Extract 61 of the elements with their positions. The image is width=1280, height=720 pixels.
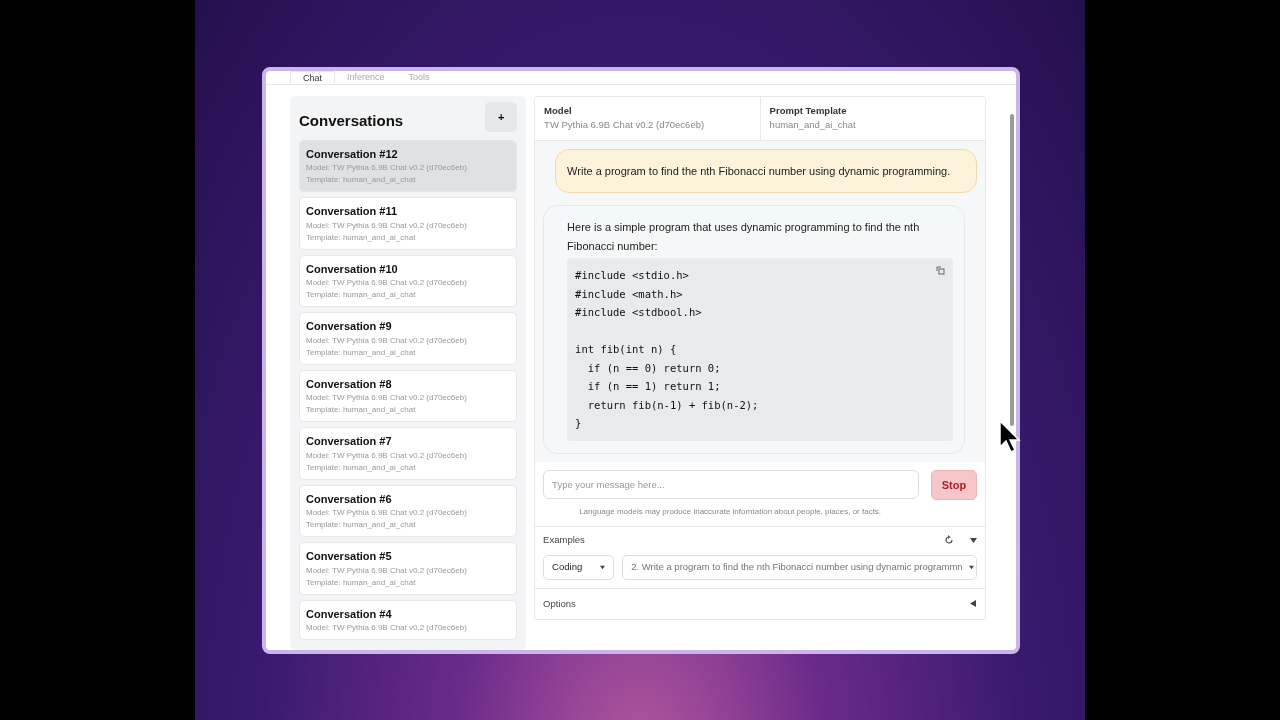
conversation-title: Conversation #9 xyxy=(306,319,393,334)
template-text: Template: human_and_ai_chat xyxy=(306,576,417,589)
category-dropdown[interactable]: Coding xyxy=(543,555,615,580)
refresh-icon[interactable] xyxy=(944,535,955,546)
copy-icon[interactable] xyxy=(936,266,946,275)
add-button[interactable]: + xyxy=(485,102,518,133)
conversation-item[interactable]: Conversation #7 Model: TW Pythia 6.9B Chat v0.2 (d70ec6eb) Template: human_and_ai_chat xyxy=(299,427,518,480)
conversation-item[interactable]: Conversation #8 Model: TW Pythia 6.9B Chat v0.2 (d70ec6eb) Template: human_and_ai_chat xyxy=(299,369,518,422)
message-input[interactable]: Type your message here... xyxy=(543,470,919,500)
response-text: Here is a simple program that uses dynamic programming to find the nth Fibonacci number: xyxy=(567,220,921,254)
conversation-title: Conversation #7 xyxy=(306,434,393,449)
model-text: Model: TW Pythia 6.9B Chat v0.2 (d70ec6eb) xyxy=(306,219,468,232)
template-text: Template: human_and_ai_chat xyxy=(306,519,417,531)
conversation-title: Conversation #6 xyxy=(306,491,393,507)
conversation-title: Conversation #12 xyxy=(306,146,399,162)
conversation-item[interactable]: Conversation #6 Model: TW Pythia 6.9B Chat v0.2 (d70ec6eb) Template: human_and_ai_chat xyxy=(299,484,518,537)
conversation-item[interactable]: Conversation #9 Model: TW Pythia 6.9B Chat v0.2 (d70ec6eb) Template: human_and_ai_chat xyxy=(299,312,518,365)
conversation-item[interactable]: Conversation #5 Model: TW Pythia 6.9B Chat v0.2 (d70ec6eb) Template: human_and_ai_chat xyxy=(299,542,518,595)
section-label: Options xyxy=(543,596,576,611)
field-value: human_and_ai_chat xyxy=(769,118,857,133)
panel-title: Conversations xyxy=(299,111,404,131)
model-text: Model: TW Pythia 6.9B Chat v0.2 (d70ec6eb) xyxy=(306,392,468,404)
stop-button[interactable]: Stop xyxy=(930,469,978,500)
model-text: Model: TW Pythia 6.9B Chat v0.2 (d70ec6eb) xyxy=(306,334,468,347)
model-text: Model: TW Pythia 6.9B Chat v0.2 (d70ec6eb) xyxy=(306,162,468,174)
scrollbar-thumb[interactable] xyxy=(1010,114,1015,426)
dropdown-value: 2. Write a program to find the nth Fibonacci number using dynamic programmn xyxy=(631,560,963,575)
collapse-toggle-icon[interactable] xyxy=(970,600,978,608)
model-text: Model: TW Pythia 6.9B Chat v0.2 (d70ec6eb) xyxy=(306,277,468,289)
dropdown-value: Coding xyxy=(552,560,583,575)
caret-icon xyxy=(600,564,606,570)
template-text: Template: human_and_ai_chat xyxy=(306,231,417,244)
conversation-title: Conversation #5 xyxy=(306,549,393,564)
conversation-item[interactable]: Conversation #11 Model: TW Pythia 6.9B Chat v0.2 (d70ec6eb) Template: human_and_ai_chat xyxy=(299,197,518,250)
disclaimer-text: Language models may produce inaccurate information about people, places, or facts. xyxy=(578,506,883,518)
conversation-item[interactable]: Conversation #4 Model: TW Pythia 6.9B Chat v0.2 (d70ec6eb) xyxy=(299,599,518,640)
section-label: Examples xyxy=(543,533,585,547)
model-text: Model: TW Pythia 6.9B Chat v0.2 (d70ec6eb) xyxy=(306,507,468,519)
field-label: Prompt Template xyxy=(769,104,848,118)
conversation-title: Conversation #4 xyxy=(306,606,393,622)
model-text: Model: TW Pythia 6.9B Chat v0.2 (d70ec6eb) xyxy=(306,622,468,634)
conversation-item[interactable]: Conversation #10 Model: TW Pythia 6.9B Chat v0.2 (d70ec6eb) Template: human_and_ai_chat xyxy=(299,254,518,307)
collapse-toggle-icon[interactable] xyxy=(970,536,978,544)
conversation-title: Conversation #8 xyxy=(306,376,393,392)
field-label: Model xyxy=(544,104,573,118)
conversation-item[interactable]: Conversation #12 Model: TW Pythia 6.9B Chat v0.2 (d70ec6eb) Template: human_and_ai_chat xyxy=(299,139,518,192)
code-text: #include <stdio.h> #include <math.h> #include <stdbool.h> int fib(int n) { if (n == 0) return 0; if (n == 1) return 1; return fib(n-1) + fib(n-2); } xyxy=(575,268,759,431)
caret-icon xyxy=(968,564,974,570)
template-text: Template: human_and_ai_chat xyxy=(306,174,417,186)
model-text: Model: TW Pythia 6.9B Chat v0.2 (d70ec6eb) xyxy=(306,564,468,577)
model-text: Model: TW Pythia 6.9B Chat v0.2 (d70ec6eb) xyxy=(306,449,468,462)
prompt-dropdown[interactable]: 2. Write a program to find the nth Fibonacci number using dynamic programmn xyxy=(622,555,978,580)
conversation-title: Conversation #11 xyxy=(306,204,399,219)
conversation-title: Conversation #10 xyxy=(306,261,399,277)
field-value: TW Pythia 6.9B Chat v0.2 (d70ec6eb) xyxy=(544,118,706,133)
template-text: Template: human_and_ai_chat xyxy=(306,289,417,301)
tab[interactable]: Chat xyxy=(290,71,335,84)
template-text: Template: human_and_ai_chat xyxy=(306,346,417,359)
user-message: Write a program to find the nth Fibonacci number using dynamic programming. xyxy=(555,148,978,193)
template-text: Template: human_and_ai_chat xyxy=(306,461,417,474)
template-text: Template: human_and_ai_chat xyxy=(306,404,417,416)
